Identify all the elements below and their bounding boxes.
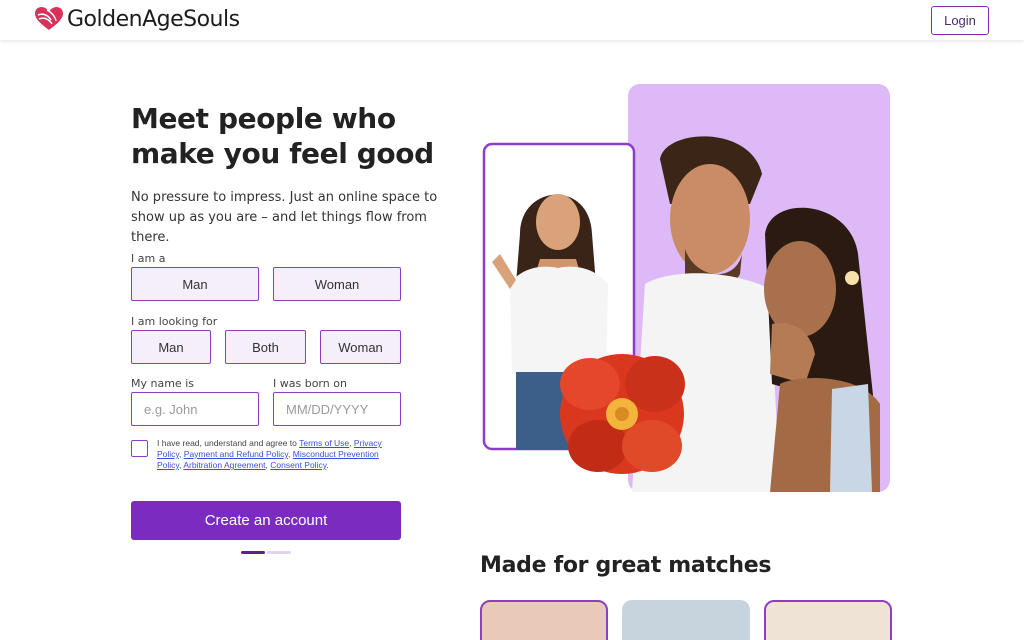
- match-card-2[interactable]: [622, 600, 750, 640]
- carousel-dot[interactable]: [267, 551, 291, 554]
- brand-logo[interactable]: GoldenAgeSouls: [34, 6, 240, 32]
- name-label: My name is: [131, 377, 194, 390]
- heart-logo-icon: [35, 7, 63, 30]
- headline-line-2: make you feel good: [131, 137, 434, 170]
- terms-of-use-link[interactable]: Terms of Use: [299, 438, 349, 448]
- i-am-woman-button[interactable]: Woman: [273, 267, 401, 301]
- name-input[interactable]: [131, 392, 259, 426]
- consent-prefix: I have read, understand and agree to: [157, 438, 300, 448]
- looking-for-label: I am looking for: [131, 315, 218, 328]
- looking-for-woman-button[interactable]: Woman: [320, 330, 401, 364]
- born-label: I was born on: [273, 377, 347, 390]
- birthdate-input[interactable]: [273, 392, 401, 426]
- looking-for-both-button[interactable]: Both: [225, 330, 306, 364]
- i-am-man-button[interactable]: Man: [131, 267, 259, 301]
- headline-line-1: Meet people who: [131, 102, 396, 135]
- carousel-dot-active[interactable]: [241, 551, 265, 554]
- create-account-button[interactable]: Create an account: [131, 501, 401, 540]
- brand-name: GoldenAgeSouls: [67, 6, 240, 32]
- match-card-1[interactable]: [480, 600, 608, 640]
- i-am-label: I am a: [131, 252, 166, 265]
- match-card-3[interactable]: [764, 600, 892, 640]
- arbitration-agreement-link[interactable]: Arbitration Agreement: [183, 460, 265, 470]
- payment-refund-policy-link[interactable]: Payment and Refund Policy: [184, 449, 288, 459]
- red-flower: [560, 354, 685, 474]
- top-header: GoldenAgeSouls Login: [0, 0, 1024, 40]
- consent-text: I have read, understand and agree to Ter…: [157, 438, 382, 470]
- consent-policy-link[interactable]: Consent Policy: [270, 460, 326, 470]
- looking-for-man-button[interactable]: Man: [131, 330, 211, 364]
- matches-heading: Made for great matches: [480, 553, 772, 578]
- consent-checkbox[interactable]: [131, 440, 148, 457]
- hero-subtext: No pressure to impress. Just an online s…: [131, 190, 438, 245]
- login-button[interactable]: Login: [931, 6, 989, 35]
- page-title: Meet people who make you feel good: [131, 101, 461, 171]
- hero-image: [482, 84, 890, 492]
